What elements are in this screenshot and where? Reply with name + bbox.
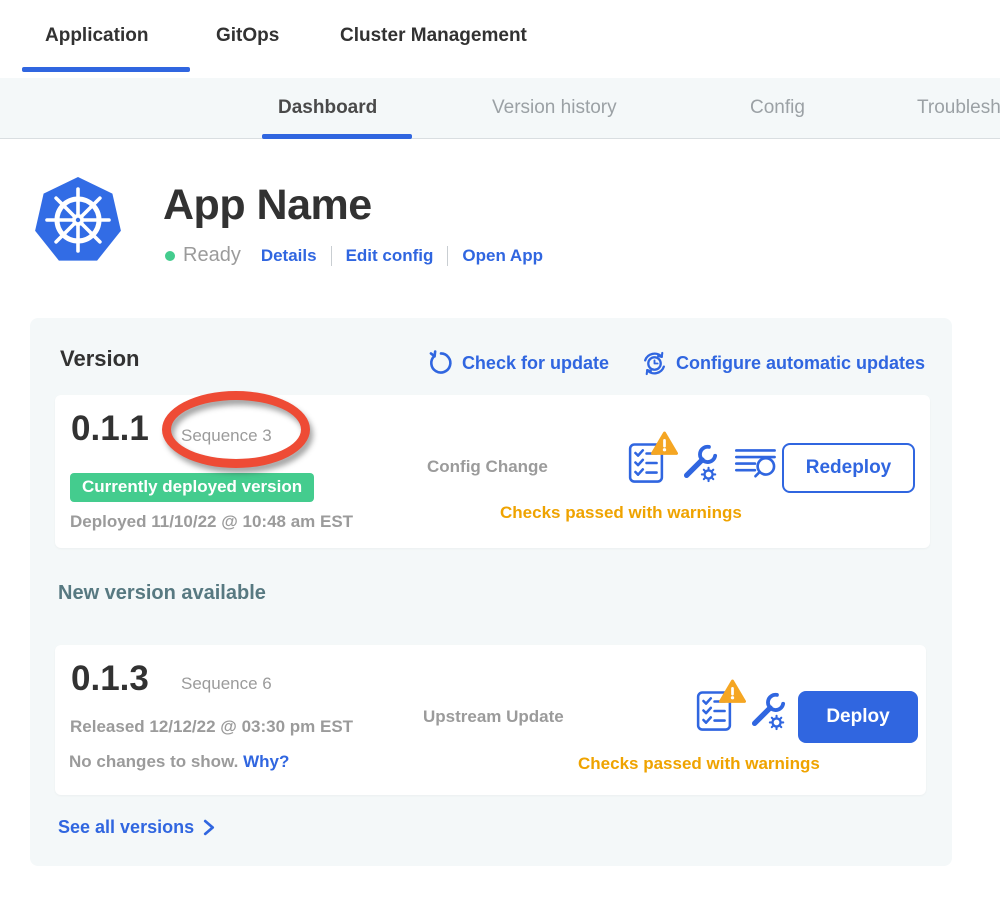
check-for-update-label: Check for update: [462, 353, 609, 374]
current-version-card: 0.1.1 Sequence 3 Currently deployed vers…: [55, 395, 930, 548]
edit-config-link[interactable]: Edit config: [346, 246, 434, 266]
version-source-label: Config Change: [427, 457, 548, 477]
version-action-icons: [628, 441, 778, 489]
kubernetes-logo: [33, 175, 123, 265]
check-for-update-link[interactable]: Check for update: [428, 350, 609, 376]
wrench-gear-icon: [746, 690, 788, 732]
version-action-icons: [696, 689, 788, 737]
divider: [331, 246, 332, 266]
redeploy-button[interactable]: Redeploy: [782, 443, 915, 493]
see-all-versions-link[interactable]: See all versions: [58, 817, 216, 838]
tab-troubleshoot[interactable]: Troubleshoot: [917, 97, 1000, 119]
configure-automatic-updates-label: Configure automatic updates: [676, 353, 925, 374]
status-dot-icon: [165, 251, 175, 261]
details-link[interactable]: Details: [261, 246, 317, 266]
tab-cluster-management[interactable]: Cluster Management: [340, 25, 527, 47]
preflight-checks-button[interactable]: [696, 689, 732, 737]
divider: [447, 246, 448, 266]
preflight-checks-button[interactable]: [628, 441, 664, 489]
configure-automatic-updates-link[interactable]: Configure automatic updates: [641, 350, 925, 376]
version-section-title: Version: [60, 346, 139, 372]
available-version-number: 0.1.3: [71, 659, 149, 699]
warning-triangle-icon: [719, 679, 746, 704]
tab-gitops[interactable]: GitOps: [216, 25, 279, 47]
deployed-timestamp: Deployed 11/10/22 @ 10:48 am EST: [70, 512, 353, 532]
version-actions: Check for update Configure automatic upd…: [428, 350, 925, 376]
no-changes-label: No changes to show.: [69, 752, 238, 771]
tab-dashboard[interactable]: Dashboard: [278, 97, 377, 119]
version-section: Version Check for update Configure autom…: [30, 318, 952, 866]
wrench-gear-icon: [678, 442, 720, 484]
available-version-sequence: Sequence 6: [181, 674, 272, 694]
deploy-button[interactable]: Deploy: [798, 691, 918, 743]
file-search-icon: [734, 445, 778, 480]
available-version-card: 0.1.3 Sequence 6 Released 12/12/22 @ 03:…: [55, 645, 926, 795]
primary-nav: Application GitOps Cluster Management: [0, 0, 1000, 78]
checks-status-text: Checks passed with warnings: [578, 754, 820, 774]
tab-version-history[interactable]: Version history: [492, 97, 617, 119]
status-text: Ready: [183, 244, 241, 267]
checks-status-text: Checks passed with warnings: [500, 503, 742, 523]
released-timestamp: Released 12/12/22 @ 03:30 pm EST: [70, 717, 353, 737]
no-changes-text: No changes to show. Why?: [69, 752, 289, 772]
current-version-sequence: Sequence 3: [181, 426, 272, 446]
see-all-versions-label: See all versions: [58, 817, 194, 838]
refresh-icon: [428, 350, 454, 376]
edit-config-icon-button[interactable]: [678, 442, 720, 489]
version-source-label: Upstream Update: [423, 707, 564, 727]
active-tab-underline: [262, 134, 412, 139]
why-link[interactable]: Why?: [243, 752, 289, 771]
scheduled-refresh-clock-icon: [641, 351, 668, 376]
new-version-heading: New version available: [58, 582, 266, 605]
page-title: App Name: [163, 181, 372, 230]
active-tab-underline: [22, 67, 190, 72]
currently-deployed-badge: Currently deployed version: [70, 473, 314, 502]
warning-triangle-icon: [651, 431, 678, 456]
tab-application[interactable]: Application: [45, 25, 148, 47]
view-files-icon-button[interactable]: [734, 445, 778, 485]
secondary-nav: Dashboard Version history Config Trouble…: [0, 78, 1000, 139]
chevron-right-icon: [203, 819, 216, 836]
current-version-number: 0.1.1: [71, 409, 149, 449]
app-status-row: Ready Details Edit config Open App: [165, 244, 543, 267]
edit-config-icon-button[interactable]: [746, 690, 788, 737]
open-app-link[interactable]: Open App: [462, 246, 543, 266]
tab-config[interactable]: Config: [750, 97, 805, 119]
